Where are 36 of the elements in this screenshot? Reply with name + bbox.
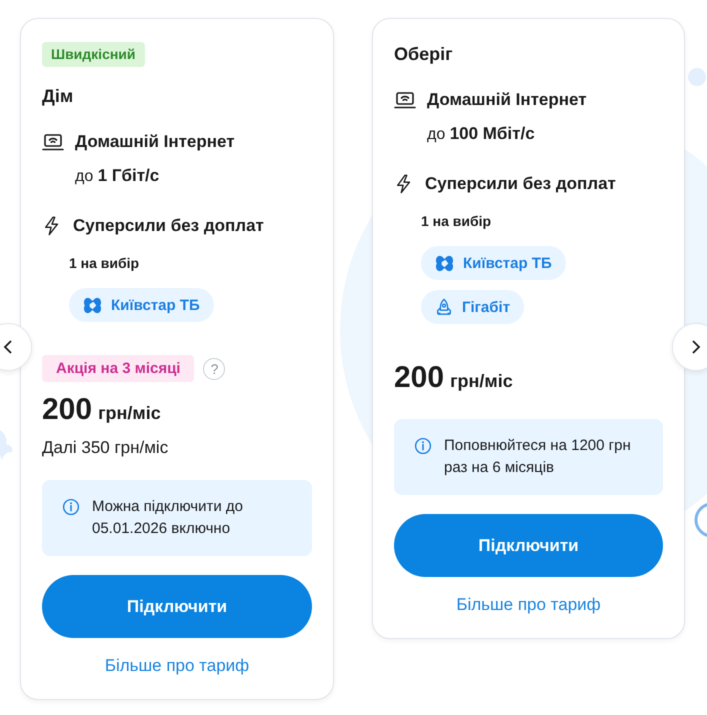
plan-name: Дім — [42, 85, 74, 108]
price-amount: 200 — [42, 393, 92, 427]
option-chip[interactable]: Гігабіт — [421, 290, 524, 324]
help-button[interactable]: ? — [203, 358, 226, 380]
plan-name: Оберіг — [394, 43, 453, 66]
choice-note: 1 на вибір — [69, 254, 140, 273]
laptop-wifi-icon — [42, 133, 64, 151]
promo-tag: Акція на 3 місяці — [42, 355, 194, 382]
later-price: Далі 350 грн/міс — [42, 437, 168, 459]
speed-text: до 100 Мбіт/с — [427, 123, 535, 145]
speed-text: до 1 Гбіт/с — [75, 165, 160, 187]
info-text: Можна підключити до 05.01.2026 включно — [92, 497, 244, 539]
rocket-icon — [435, 298, 453, 316]
tv-logo-icon — [83, 296, 102, 314]
price-unit: грн/міс — [98, 402, 161, 425]
tv-logo-icon — [435, 254, 454, 272]
feature-title: Домашній Інтернет — [75, 131, 235, 153]
plan-tag: Швидкісний — [42, 42, 145, 67]
details-link[interactable]: Більше про тариф — [104, 655, 250, 677]
laptop-wifi-icon — [394, 91, 416, 109]
feature-title: Суперсили без доплат — [73, 215, 264, 237]
price-amount: 200 — [394, 361, 444, 395]
chevron-left-icon — [3, 340, 13, 354]
option-chip[interactable]: Київстар ТБ — [69, 288, 214, 322]
feature-title: Суперсили без доплат — [425, 173, 616, 195]
feature-title: Домашній Інтернет — [427, 89, 587, 111]
info-icon — [414, 437, 432, 455]
chevron-right-icon — [691, 340, 701, 354]
price-unit: грн/міс — [450, 370, 513, 393]
connect-button[interactable]: Підключити — [42, 575, 312, 638]
info-icon — [62, 498, 80, 516]
info-text: Поповнюйтеся на 1200 грн раз на 6 місяців — [444, 436, 632, 478]
choice-note: 1 на вибір — [421, 212, 492, 231]
connect-button[interactable]: Підключити — [394, 514, 663, 577]
option-chip[interactable]: Київстар ТБ — [421, 246, 566, 280]
details-link[interactable]: Більше про тариф — [456, 594, 601, 616]
